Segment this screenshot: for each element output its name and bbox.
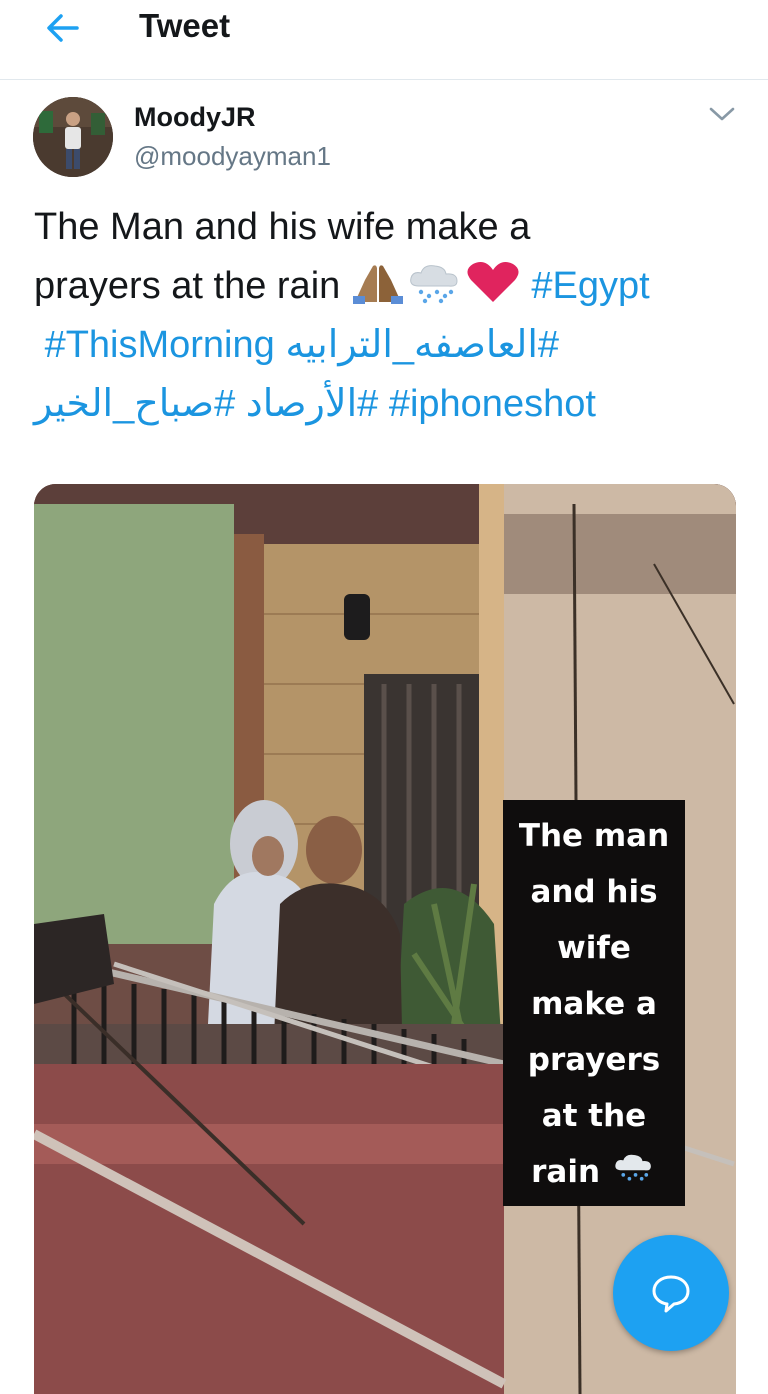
overlay-caption-line: prayers [527,1042,661,1078]
tweet-text-line: The Man and his wife make a [34,206,531,248]
overlay-caption-line: at the [541,1098,647,1134]
tweet-text-line: #الأرصاد #صباح_الخير #iphoneshot [34,375,746,434]
tweet-text-line: prayers at the rain #Egypt [34,257,746,316]
reply-compose-button[interactable] [613,1235,729,1351]
arrow-left-icon [47,14,79,42]
overlay-caption-line: The man [518,818,670,854]
hashtag-link[interactable]: #Egypt [531,265,649,307]
rain-cloud-icon [615,1154,651,1181]
overlay-caption-word: rain [531,1154,601,1190]
overlay-caption-line: and his [530,874,658,910]
overlay-caption-line: rain [509,1144,679,1200]
page-title: Tweet [139,7,231,44]
rain-cloud-icon [405,262,465,322]
overlay-caption-line: wife [557,930,631,966]
tweet-text: The Man and his wife make a prayers at t… [34,198,746,434]
top-bar: Tweet [0,0,768,80]
chevron-down-icon [709,107,735,121]
avatar[interactable] [33,97,113,177]
speech-bubble-icon [652,1275,690,1313]
photo-caption-overlay: The man and his wife make a prayers at t… [503,800,685,1206]
author-handle[interactable]: @moodyayman1 [134,140,331,172]
hashtag-link[interactable]: #iphoneshot [389,383,596,425]
hashtag-link[interactable]: #صباح_الخير [34,383,235,425]
tweet-text-line: #ThisMorning #العاصفه_الترابيه [34,316,746,375]
hashtag-link[interactable]: #الأرصاد [246,383,378,425]
back-button[interactable] [36,6,88,50]
hashtag-link[interactable]: #ThisMorning [45,324,275,366]
author-name[interactable]: MoodyJR [134,101,256,133]
red-heart-icon [465,260,521,322]
hashtag-link[interactable]: #العاصفه_الترابيه [285,324,559,366]
tweet-menu-button[interactable] [704,98,740,130]
tweet-text-fragment: prayers at the rain [34,265,341,307]
folded-hands-icon [351,262,405,322]
overlay-caption-line: make a [531,986,657,1022]
